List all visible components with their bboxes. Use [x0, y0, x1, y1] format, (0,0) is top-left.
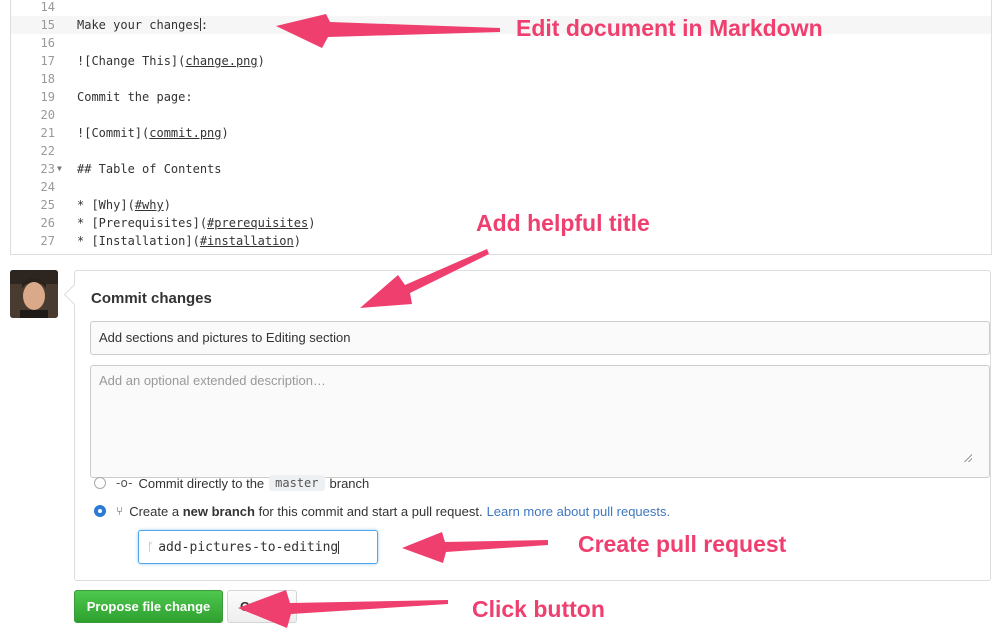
- user-avatar: [10, 270, 58, 318]
- commit-direct-option[interactable]: -o- Commit directly to the master branch: [94, 474, 369, 492]
- commit-direct-prefix: Commit directly to the: [138, 475, 265, 491]
- annotation-title: Add helpful title: [476, 210, 650, 236]
- pull-request-icon: ⑂: [116, 504, 124, 518]
- propose-file-change-button[interactable]: Propose file change: [74, 590, 223, 623]
- line-number: 19: [40, 90, 55, 104]
- fold-icon[interactable]: ▼: [57, 160, 62, 178]
- annotation-pull-request: Create pull request: [578, 531, 787, 557]
- new-branch-suffix: for this commit and start a pull request…: [258, 503, 483, 519]
- commit-summary-input[interactable]: Add sections and pictures to Editing sec…: [90, 321, 990, 355]
- commit-description-input[interactable]: Add an optional extended description…: [90, 365, 990, 478]
- new-branch-prefix: Create a: [129, 503, 180, 519]
- text-cursor: [338, 540, 340, 554]
- cancel-button[interactable]: Cancel: [227, 590, 297, 623]
- editor-line[interactable]: 24: [11, 178, 991, 196]
- line-number: 27: [40, 234, 55, 248]
- branch-name-input[interactable]: ᚴ add-pictures-to-editing: [138, 530, 378, 564]
- line-number: 14: [40, 0, 55, 14]
- editor-line[interactable]: 15 Make your changes:: [11, 16, 991, 34]
- editor-line[interactable]: 19 Commit the page:: [11, 88, 991, 106]
- new-branch-bold: new branch: [182, 503, 255, 519]
- annotation-edit: Edit document in Markdown: [516, 15, 823, 41]
- new-branch-option[interactable]: ⑂ Create a new branch for this commit an…: [94, 502, 670, 520]
- line-number: 21: [40, 126, 55, 140]
- branch-icon: ᚴ: [147, 540, 155, 554]
- line-text: * [Installation](#installation): [77, 234, 301, 248]
- line-number: 23: [40, 162, 55, 176]
- editor-line[interactable]: 20: [11, 106, 991, 124]
- commit-icon: -o-: [116, 476, 133, 490]
- line-number: 25: [40, 198, 55, 212]
- master-branch-label: master: [269, 475, 325, 491]
- line-number: 24: [40, 180, 55, 194]
- line-number: 18: [40, 72, 55, 86]
- avatar-image: [10, 270, 58, 318]
- line-number: 16: [40, 36, 55, 50]
- new-branch-radio[interactable]: [94, 505, 106, 517]
- line-number: 22: [40, 144, 55, 158]
- editor-line[interactable]: 17 ![Change This](change.png): [11, 52, 991, 70]
- learn-more-link[interactable]: Learn more about pull requests.: [487, 504, 671, 519]
- commit-direct-radio[interactable]: [94, 477, 106, 489]
- commit-direct-suffix: branch: [329, 475, 370, 491]
- line-text: Commit the page:: [77, 90, 193, 104]
- line-text: * [Why](#why): [77, 198, 171, 212]
- line-text: ## Table of Contents: [77, 162, 222, 176]
- commit-changes-panel: Commit changes Add sections and pictures…: [74, 270, 991, 581]
- annotation-click: Click button: [472, 596, 605, 622]
- resize-grip-icon[interactable]: [964, 454, 972, 462]
- line-number: 17: [40, 54, 55, 68]
- line-text: ![Change This](change.png): [77, 54, 265, 68]
- editor-line[interactable]: 14: [11, 0, 991, 16]
- line-text: * [Prerequisites](#prerequisites): [77, 216, 316, 230]
- editor-line[interactable]: 16: [11, 34, 991, 52]
- line-text: ![Commit](commit.png): [77, 126, 229, 140]
- editor-line[interactable]: 22: [11, 142, 991, 160]
- line-number: 15: [40, 18, 55, 32]
- editor-line[interactable]: 18: [11, 70, 991, 88]
- editor-line[interactable]: 21 ![Commit](commit.png): [11, 124, 991, 142]
- editor-line[interactable]: 23 ▼ ## Table of Contents: [11, 160, 991, 178]
- branch-name-value: add-pictures-to-editing: [158, 539, 339, 555]
- line-number: 20: [40, 108, 55, 122]
- commit-title: Commit changes: [91, 290, 212, 307]
- line-number: 26: [40, 216, 55, 230]
- line-text: Make your changes:: [77, 18, 209, 32]
